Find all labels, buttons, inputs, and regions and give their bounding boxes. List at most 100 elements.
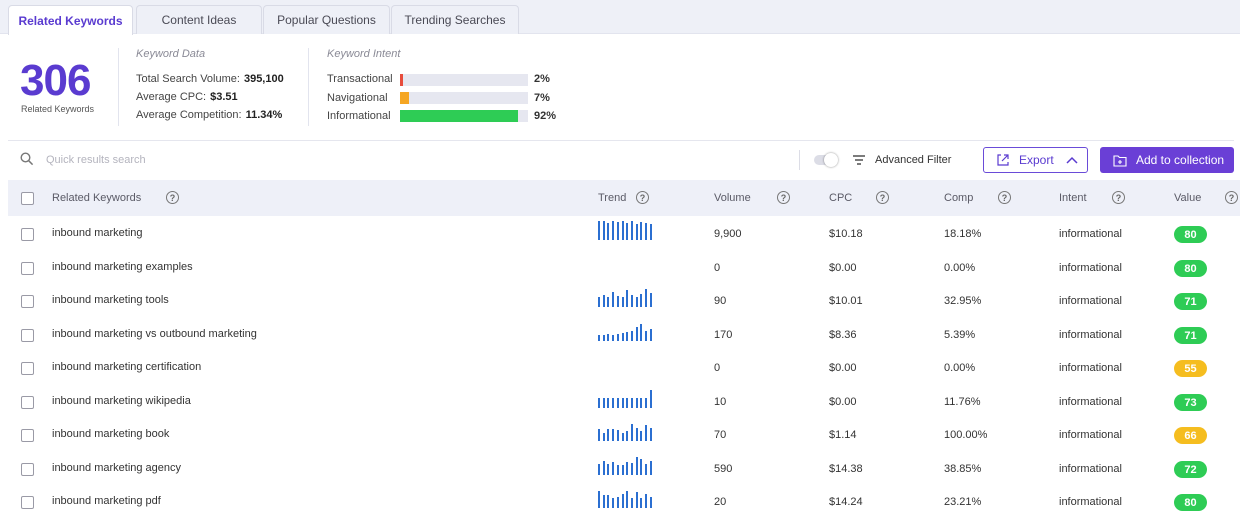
intent-label-informational: Informational xyxy=(327,110,391,122)
export-button[interactable]: Export xyxy=(983,147,1088,173)
trend-bar xyxy=(640,431,643,441)
trend-bar xyxy=(621,297,624,307)
cpc-cell: $14.24 xyxy=(829,496,863,508)
trend-sparkline xyxy=(598,287,656,307)
trend-bar xyxy=(598,398,600,408)
advanced-filter-label[interactable]: Advanced Filter xyxy=(875,154,951,166)
stat-total-search-volume: Total Search Volume: 395,100 xyxy=(136,73,284,85)
trend-bar xyxy=(616,430,619,441)
trend-bar xyxy=(616,398,619,408)
related-keywords-caption: Related Keywords xyxy=(21,104,95,114)
row-checkbox[interactable] xyxy=(21,329,34,342)
col-header-volume[interactable]: Volume xyxy=(714,192,751,204)
trend-bar xyxy=(607,398,610,408)
trend-bar xyxy=(612,462,615,475)
row-checkbox[interactable] xyxy=(21,496,34,509)
intent-pct-informational: 92% xyxy=(534,110,557,122)
trend-bar xyxy=(621,494,624,508)
keyword-link[interactable]: inbound marketing pdf xyxy=(52,495,161,507)
keyword-link[interactable]: inbound marketing examples xyxy=(52,261,193,273)
trend-bar xyxy=(621,465,624,475)
comp-cell: 18.18% xyxy=(944,228,982,240)
trend-bar xyxy=(616,497,619,508)
trend-sparkline xyxy=(598,488,656,508)
tab-popular-questions[interactable]: Popular Questions xyxy=(263,5,390,34)
tab-related-keywords[interactable]: Related Keywords xyxy=(8,5,133,35)
trend-bar xyxy=(630,398,633,408)
row-checkbox[interactable] xyxy=(21,295,34,308)
trend-sparkline xyxy=(598,254,656,274)
trend-bar xyxy=(630,331,633,341)
summary-divider xyxy=(118,48,119,126)
tab-content-ideas[interactable]: Content Ideas xyxy=(136,5,262,34)
row-checkbox[interactable] xyxy=(21,429,34,442)
trend-bar xyxy=(649,293,652,307)
intent-fill xyxy=(400,74,403,86)
trend-sparkline xyxy=(598,354,656,374)
advanced-filter-toggle[interactable] xyxy=(814,153,838,167)
tab-trending-searches[interactable]: Trending Searches xyxy=(391,5,519,34)
intent-cell: informational xyxy=(1059,329,1122,341)
add-to-collection-button[interactable]: Add to collection xyxy=(1100,147,1234,173)
trend-bar xyxy=(645,331,647,341)
value-help-icon[interactable]: ? xyxy=(1225,191,1238,204)
volume-help-icon[interactable]: ? xyxy=(777,191,790,204)
trend-bar xyxy=(607,223,610,240)
intent-fill xyxy=(400,110,518,122)
trend-help-icon[interactable]: ? xyxy=(636,191,649,204)
value-badge: 80 xyxy=(1174,226,1207,243)
keyword-link[interactable]: inbound marketing wikipedia xyxy=(52,395,191,407)
intent-bar-transactional xyxy=(400,74,528,86)
intent-bar-informational xyxy=(400,110,528,122)
col-header-cpc[interactable]: CPC xyxy=(829,192,852,204)
intent-bar-navigational xyxy=(400,92,528,104)
cpc-cell: $0.00 xyxy=(829,396,857,408)
trend-bar xyxy=(612,498,615,508)
cpc-cell: $1.14 xyxy=(829,429,857,441)
trend-bar xyxy=(621,398,624,408)
trend-bar xyxy=(635,224,638,240)
row-checkbox[interactable] xyxy=(21,228,34,241)
keyword-link[interactable]: inbound marketing vs outbound marketing xyxy=(52,328,257,340)
trend-bar xyxy=(645,494,647,508)
intent-help-icon[interactable]: ? xyxy=(1112,191,1125,204)
row-checkbox[interactable] xyxy=(21,262,34,275)
keyword-link[interactable]: inbound marketing tools xyxy=(52,294,169,306)
trend-bar xyxy=(626,223,629,240)
row-checkbox[interactable] xyxy=(21,362,34,375)
cpc-help-icon[interactable]: ? xyxy=(876,191,889,204)
row-checkbox[interactable] xyxy=(21,463,34,476)
trend-bar xyxy=(626,332,629,341)
col-header-intent[interactable]: Intent xyxy=(1059,192,1087,204)
keyword-link[interactable]: inbound marketing book xyxy=(52,428,169,440)
keyword-link[interactable]: inbound marketing xyxy=(52,227,143,239)
trend-bar xyxy=(612,398,615,408)
keyword-link[interactable]: inbound marketing certification xyxy=(52,361,201,373)
trend-bar xyxy=(645,289,647,307)
trend-bar xyxy=(635,492,638,508)
comp-help-icon[interactable]: ? xyxy=(998,191,1011,204)
trend-bar xyxy=(649,390,652,408)
keyword-link[interactable]: inbound marketing agency xyxy=(52,462,181,474)
trend-bar xyxy=(616,465,619,475)
select-all-checkbox[interactable] xyxy=(21,192,34,205)
keyword-help-icon[interactable]: ? xyxy=(166,191,179,204)
trend-bar xyxy=(607,495,610,508)
intent-cell: informational xyxy=(1059,295,1122,307)
volume-cell: 0 xyxy=(714,362,721,374)
col-header-comp[interactable]: Comp xyxy=(944,192,973,204)
trend-bar xyxy=(612,292,615,307)
summary-separator xyxy=(8,140,1234,141)
trend-bar xyxy=(640,222,643,240)
row-checkbox[interactable] xyxy=(21,396,34,409)
trend-bar xyxy=(626,290,629,307)
trend-bar xyxy=(598,221,600,240)
col-header-trend[interactable]: Trend xyxy=(598,192,626,204)
col-header-value[interactable]: Value xyxy=(1174,192,1201,204)
intent-cell: informational xyxy=(1059,262,1122,274)
trend-bar xyxy=(645,464,647,475)
filter-lines-icon[interactable] xyxy=(852,154,866,166)
col-header-keyword[interactable]: Related Keywords xyxy=(52,192,141,204)
cpc-cell: $0.00 xyxy=(829,362,857,374)
quick-results-search-input[interactable] xyxy=(46,150,346,170)
